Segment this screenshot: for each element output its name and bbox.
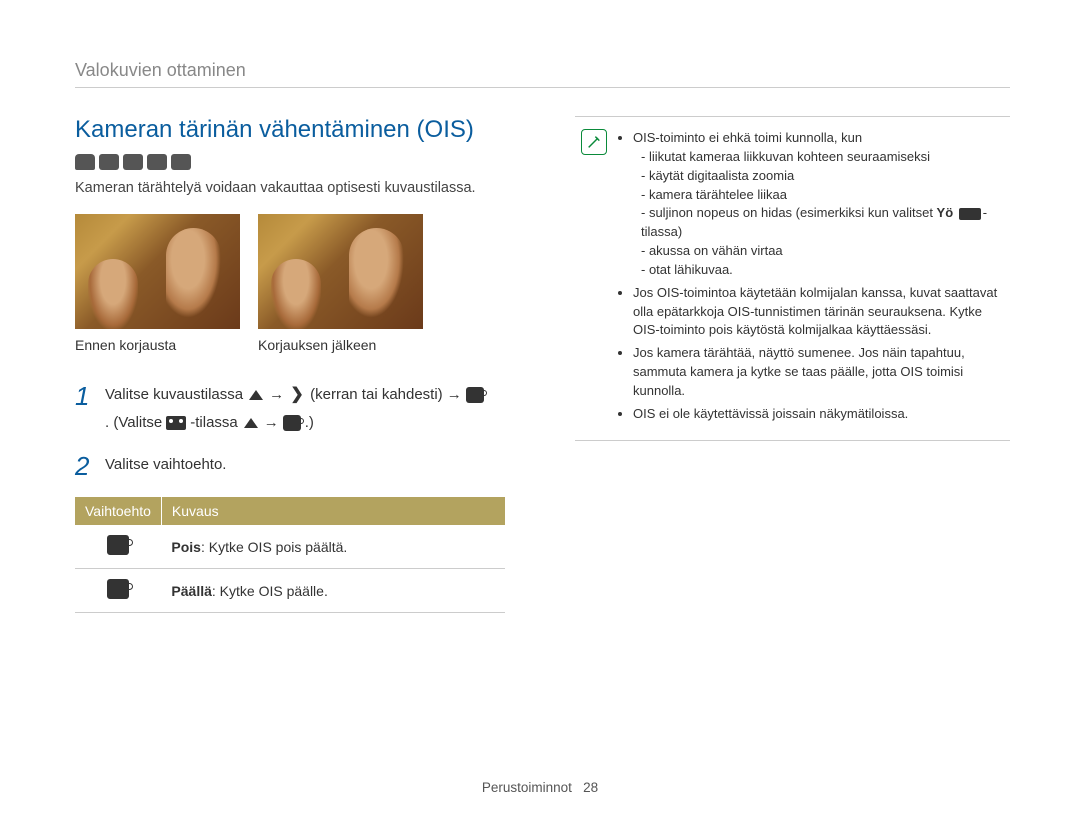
page-footer: Perustoiminnot 28 xyxy=(0,780,1080,795)
note-1f: otat lähikuvaa. xyxy=(641,261,1004,280)
ois-on-icon xyxy=(107,579,129,599)
note-1c: kamera tärähtelee liikaa xyxy=(641,186,1004,205)
options-table: Vaihtoehto Kuvaus Pois: Kytke OIS pois p… xyxy=(75,497,505,613)
step-1: 1 Valitse kuvaustilassa → ❯ (kerran tai … xyxy=(75,383,535,435)
mode-scene-icon xyxy=(123,154,143,170)
mode-auto-icon xyxy=(75,154,95,170)
ois-hand-icon xyxy=(466,387,484,403)
step-1-number: 1 xyxy=(75,383,93,409)
step-2: 2 Valitse vaihtoehto. xyxy=(75,453,535,479)
note-1e: akussa on vähän virtaa xyxy=(641,242,1004,261)
caption-after: Korjauksen jälkeen xyxy=(258,337,423,353)
chevron-right-icon: ❯ xyxy=(288,388,306,402)
arrow-text-3: → xyxy=(264,411,279,435)
arrow-text-2: → xyxy=(447,383,462,407)
up-triangle-icon-2 xyxy=(242,416,260,430)
note-1b: käytät digitaalista zoomia xyxy=(641,167,1004,186)
table-row: Pois: Kytke OIS pois päältä. xyxy=(75,525,505,569)
row-on-desc: : Kytke OIS päälle. xyxy=(212,583,328,599)
scene-badge-icon xyxy=(959,208,981,220)
caption-before: Ennen korjausta xyxy=(75,337,240,353)
photo-before xyxy=(75,214,240,329)
row-off-desc: : Kytke OIS pois päältä. xyxy=(201,539,347,555)
note-item: Jos kamera tärähtää, näyttö sumenee. Jos… xyxy=(633,344,1004,401)
footer-section: Perustoiminnot xyxy=(482,780,572,795)
note-1a: liikutat kameraa liikkuvan kohteen seura… xyxy=(641,148,1004,167)
step-2-number: 2 xyxy=(75,453,93,479)
note-icon xyxy=(581,129,607,155)
step-2-text: Valitse vaihtoehto. xyxy=(105,453,226,477)
ois-hand-icon-2 xyxy=(283,415,301,431)
table-row: Päällä: Kytke OIS päälle. xyxy=(75,569,505,613)
mode-icons-row xyxy=(75,154,535,170)
footer-page-number: 28 xyxy=(583,780,598,795)
step-1-text-c: . (Valitse xyxy=(105,411,162,435)
mode-movie-icon xyxy=(171,154,191,170)
note-item: OIS ei ole käytettävissä joissain näkymä… xyxy=(633,405,1004,424)
intro-text: Kameran tärähtelyä voidaan vakauttaa opt… xyxy=(75,180,535,196)
row-off-label: Pois xyxy=(171,539,201,555)
mode-smart-icon xyxy=(147,154,167,170)
page-title: Kameran tärinän vähentäminen (OIS) xyxy=(75,116,535,144)
note-1d: suljinon nopeus on hidas (esimerkiksi ku… xyxy=(641,204,1004,242)
options-header-option: Vaihtoehto xyxy=(75,497,161,525)
note-1d-b: Yö xyxy=(937,205,954,220)
up-triangle-icon xyxy=(247,388,265,402)
step-1-text-b: (kerran tai kahdesti) xyxy=(310,383,443,407)
breadcrumb: Valokuvien ottaminen xyxy=(75,60,1010,88)
mode-program-icon xyxy=(99,154,119,170)
note-item: OIS-toiminto ei ehkä toimi kunnolla, kun… xyxy=(633,129,1004,280)
step-1-text-e: .) xyxy=(305,411,314,435)
smart-mode-icon xyxy=(166,416,186,430)
comparison-photos xyxy=(75,214,535,329)
note-1d-a: suljinon nopeus on hidas (esimerkiksi ku… xyxy=(649,205,937,220)
step-1-text-a: Valitse kuvaustilassa xyxy=(105,383,243,407)
photo-after xyxy=(258,214,423,329)
arrow-text: → xyxy=(269,383,284,407)
note-box: OIS-toiminto ei ehkä toimi kunnolla, kun… xyxy=(575,116,1010,441)
step-1-text-d: -tilassa xyxy=(190,411,238,435)
options-header-desc: Kuvaus xyxy=(161,497,505,525)
ois-off-icon xyxy=(107,535,129,555)
row-on-label: Päällä xyxy=(171,583,211,599)
note-item: Jos OIS-toimintoa käytetään kolmijalan k… xyxy=(633,284,1004,341)
note-1: OIS-toiminto ei ehkä toimi kunnolla, kun xyxy=(633,130,862,145)
